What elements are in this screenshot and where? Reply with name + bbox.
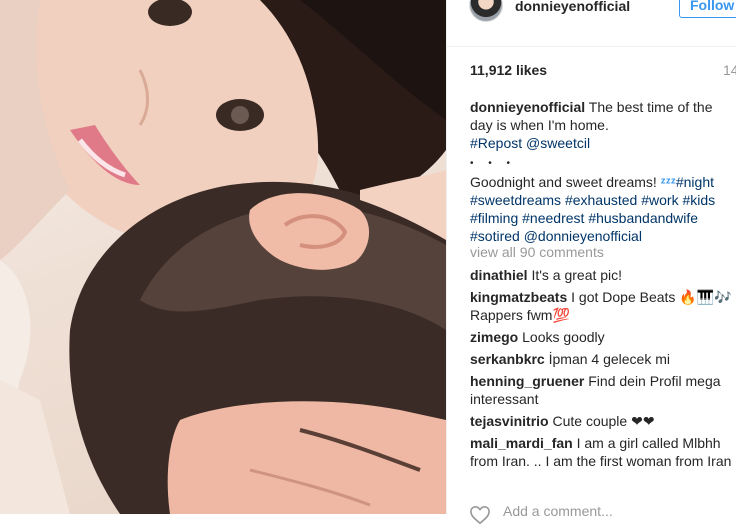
add-comment-input[interactable]: Add a comment... [503,503,613,519]
hashtag-needrest[interactable]: #needrest [522,210,584,226]
caption-username[interactable]: donnieyenofficial [470,99,585,115]
mention-donnieyenofficial[interactable]: @donnieyenofficial [524,228,642,244]
comment-item: henning_gruener Find dein Profil mega in… [470,372,735,408]
comment-item: zimego Looks goodly [470,328,735,346]
follow-button[interactable]: Follow [679,0,736,18]
zzz-emoji: ᶻᶻᶻ [660,174,676,190]
hashtag-husbandandwife[interactable]: #husbandandwife [588,210,698,226]
view-all-comments-link[interactable]: view all 90 comments [470,244,604,260]
post-username[interactable]: donnieyenofficial [515,0,630,14]
comment-text: Cute couple ❤❤ [552,413,655,429]
post-details-panel: donnieyenofficial Follow 11,912 likes 14… [446,0,736,525]
comment-username[interactable]: zimego [470,329,518,345]
comment-item: tejasvinitrio Cute couple ❤❤ [470,412,735,430]
hashtag-sweetdreams[interactable]: #sweetdreams [470,192,561,208]
comment-text: It's a great pic! [531,267,623,283]
photo-illustration [0,0,446,514]
post-time[interactable]: 14 [723,62,736,78]
post-header: donnieyenofficial Follow [447,0,736,47]
hashtag-work[interactable]: #work [641,192,678,208]
hashtag-repost[interactable]: #Repost [470,135,522,151]
comment-username[interactable]: henning_gruener [470,373,584,389]
mention-sweetcil[interactable]: @sweetcil [526,135,590,151]
caption-text-2: Goodnight and sweet dreams! [470,174,661,190]
hashtag-filming[interactable]: #filming [470,210,518,226]
comment-item: mali_mardi_fan I am a girl called Mlbhh … [470,434,735,470]
comment-username[interactable]: serkanbkrc [470,351,545,367]
caption-dots: • • • [470,158,517,169]
hashtag-night[interactable]: #night [676,174,714,190]
avatar[interactable] [469,0,503,22]
post-photo[interactable] [0,0,446,514]
comment-list: dinathiel It's a great pic! kingmatzbeat… [470,266,735,474]
likes-count[interactable]: 11,912 likes [470,62,547,78]
comment-username[interactable]: mali_mardi_fan [470,435,573,451]
post-caption: donnieyenofficial The best time of the d… [470,98,735,245]
comment-item: serkanbkrc İpman 4 gelecek mi [470,350,735,368]
comment-username[interactable]: tejasvinitrio [470,413,549,429]
comment-text: Looks goodly [522,329,605,345]
comment-item: dinathiel It's a great pic! [470,266,735,284]
comment-username[interactable]: dinathiel [470,267,528,283]
comment-username[interactable]: kingmatzbeats [470,289,567,305]
comment-item: kingmatzbeats I got Dope Beats 🔥🎹🎶 Rappe… [470,288,735,324]
hashtag-exhausted[interactable]: #exhausted [565,192,637,208]
hashtag-kids[interactable]: #kids [682,192,715,208]
heart-icon[interactable] [469,505,491,525]
hashtag-sotired[interactable]: #sotired [470,228,520,244]
comment-text: İpman 4 gelecek mi [548,351,671,367]
